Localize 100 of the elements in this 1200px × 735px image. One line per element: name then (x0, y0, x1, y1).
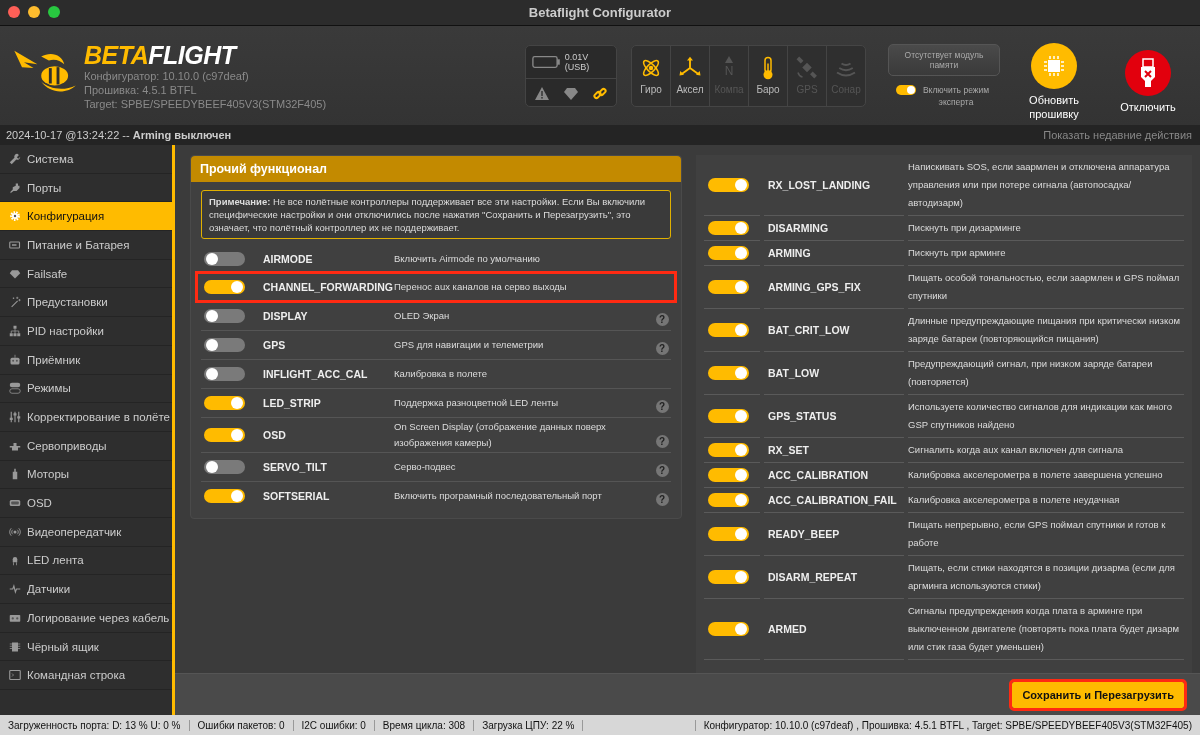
beeper-name: ARMED (768, 623, 807, 635)
feature-name: SERVO_TILT (263, 461, 328, 473)
link-icon (592, 86, 607, 100)
beeper-description: Пищать, если стики находятся в позиции дизарма (если для аргминга используются стики) (908, 561, 1176, 593)
feature-toggle[interactable] (204, 280, 245, 294)
beeper-toggle[interactable] (708, 323, 749, 337)
help-icon[interactable]: ? (655, 464, 669, 477)
battery-icon (532, 54, 561, 69)
version-info: Прошивка: 4.5.1 BTFL (84, 82, 198, 97)
help-icon[interactable]: ? (655, 313, 669, 326)
beeper-toggle[interactable] (708, 493, 749, 507)
minimize-button[interactable] (28, 6, 40, 18)
feature-description: Включить Airmode по умолчанию (394, 252, 541, 266)
chip-icon (9, 640, 21, 653)
beeper-description: Используете количество сигналов для индикации как много GSP спутников найдено (908, 400, 1174, 432)
feature-toggle[interactable] (204, 396, 245, 410)
sidebar-item[interactable]: LED лента (0, 546, 172, 576)
window-title: Betaflight Configurator (528, 5, 672, 20)
sidebar-item[interactable]: Видеопередатчик (0, 517, 172, 547)
sidebar-item[interactable]: Система (0, 145, 172, 174)
beeper-description: Пищать непрерывно, если GPS поймал спутники и готов к работе (908, 518, 1167, 550)
expert-mode-toggle[interactable] (896, 84, 916, 95)
beeper-name: DISARMING (768, 222, 829, 234)
feature-toggle[interactable] (204, 489, 245, 503)
feature-description: Серво-подвес (394, 460, 457, 474)
beeper-description: Предупреждающий сигнал, при низком заряде батареи (повторяется) (908, 357, 1154, 389)
sidebar-item[interactable]: Предустановки (0, 288, 172, 318)
help-icon[interactable]: ? (655, 435, 669, 448)
feature-toggle[interactable] (204, 252, 245, 266)
beeper-name: GPS_STATUS (768, 410, 837, 422)
wand-icon (9, 296, 21, 309)
feature-description: Включить програмный последовательный порт (394, 489, 603, 503)
version-info: Target: SPBE/SPEEDYBEEF405V3(STM32F405) (84, 96, 327, 111)
sidebar-item[interactable]: Логирование через кабель (0, 604, 172, 633)
beeper-description: Калибровка акселерометра в полете неудачная (908, 493, 1120, 507)
feature-toggle[interactable] (204, 309, 245, 323)
beeper-toggle[interactable] (708, 280, 749, 294)
save-and-reboot-button[interactable]: Сохранить и Перезагрузить (1012, 681, 1184, 708)
feature-toggle[interactable] (204, 367, 245, 381)
beeper-toggle[interactable] (708, 443, 749, 457)
beeper-description: Сигналы предупреждения когда плата в арминге при выключенном двигателе (повторять пока плата будет дизарм или стик газа будет уменьшен) (908, 604, 1181, 654)
help-icon[interactable]: ? (655, 342, 669, 355)
feature-name: AIRMODE (263, 253, 314, 265)
zoom-button[interactable] (48, 6, 60, 18)
close-button[interactable] (8, 6, 20, 18)
beeper-toggle[interactable] (708, 246, 749, 260)
beeper-toggle[interactable] (708, 366, 749, 380)
beeper-toggle[interactable] (708, 409, 749, 423)
sidebar-item[interactable]: PID настройки (0, 317, 172, 346)
status-item: I2C ошибки: 0 (293, 719, 375, 731)
sidebar-item[interactable]: Failsafe (0, 259, 172, 289)
status-item: Ошибки пакетов: 0 (189, 719, 294, 731)
update-firmware-button[interactable]: Обновить прошивку (1014, 42, 1094, 121)
help-icon[interactable]: ? (655, 400, 669, 413)
chip-icon (1042, 53, 1066, 78)
beeper-toggle[interactable] (708, 221, 749, 235)
version-status: Конфигуратор: 10.10.0 (c97deaf) , Прошивка: 4.5.1 BTFL , Target: SPBE/SPEEDYBEEF405V3(STM32F405) (694, 719, 1200, 731)
sidebar-item[interactable]: OSD (0, 489, 172, 518)
robot-icon (9, 353, 21, 366)
warning-icon (535, 86, 550, 100)
sidebar-item[interactable]: Конфигурация (0, 202, 172, 232)
beeper-description: Сигналить когда aux канал включен для сигнала (908, 443, 1123, 457)
beeper-toggle[interactable] (708, 468, 749, 482)
sidebar-item[interactable]: Приёмник (0, 345, 172, 375)
satellite-icon (795, 56, 819, 80)
status-item: Загруженность порта: D: 13 % U: 0 % (0, 719, 190, 731)
beeper-toggle[interactable] (708, 570, 749, 584)
feature-toggle[interactable] (204, 428, 245, 442)
gear-icon (9, 210, 21, 223)
sidebar-item[interactable]: Режимы (0, 374, 172, 404)
sidebar-item[interactable]: Датчики (0, 575, 172, 604)
beeper-name: DISARM_REPEAT (768, 571, 858, 583)
sidebar-item[interactable]: Командная строка (0, 661, 172, 691)
beeper-name: ARMING_GPS_FIX (768, 281, 861, 293)
disconnect-button[interactable]: Отключить (1108, 49, 1188, 114)
feature-name: LED_STRIP (263, 397, 322, 409)
feature-name: GPS (263, 339, 287, 351)
beeper-description: Пискнуть при дизарминге (908, 221, 1021, 235)
feature-description: GPS для навигации и телеметрии (394, 338, 545, 352)
beeper-toggle[interactable] (708, 622, 749, 636)
beeper-name: BAT_CRIT_LOW (768, 324, 850, 336)
feature-toggle[interactable] (204, 460, 245, 474)
beeper-name: READY_BEEP (768, 528, 840, 540)
memory-module-button[interactable]: Отсутствует модуль памяти (888, 43, 1000, 76)
note-text: Примечание: Не все полётные контроллеры поддерживает все эти настройки. Если Вы включили специфические настройки и они отключились после нажатия "Сохранить и Перезагрузить", это означает, что полётный контроллер их не поддерживает. (201, 190, 671, 239)
recent-actions-link[interactable]: Показать недавние действия (1043, 129, 1192, 141)
help-icon[interactable]: ? (655, 493, 669, 506)
sidebar-item[interactable]: Корректирование в полёте (0, 403, 172, 432)
beeper-toggle[interactable] (708, 178, 749, 192)
feature-name: CHANNEL_FORWARDING (263, 281, 394, 293)
sensor-indicator: Аксел (671, 45, 710, 106)
sidebar-item[interactable]: Моторы (0, 460, 172, 490)
beeper-toggle[interactable] (708, 527, 749, 541)
sidebar-item[interactable]: Сервоприводы (0, 431, 172, 461)
beeper-description: Пищать особой тональностью, если заармлен и GPS поймал спутники (908, 271, 1181, 303)
beeper-description: Калибровка акселерометра в полете завершена успешно (908, 468, 1163, 482)
sidebar-item[interactable]: Питание и Батарея (0, 231, 172, 260)
feature-toggle[interactable] (204, 338, 245, 352)
pulse-icon (9, 583, 21, 596)
sidebar-item[interactable]: Чёрный ящик (0, 632, 172, 662)
